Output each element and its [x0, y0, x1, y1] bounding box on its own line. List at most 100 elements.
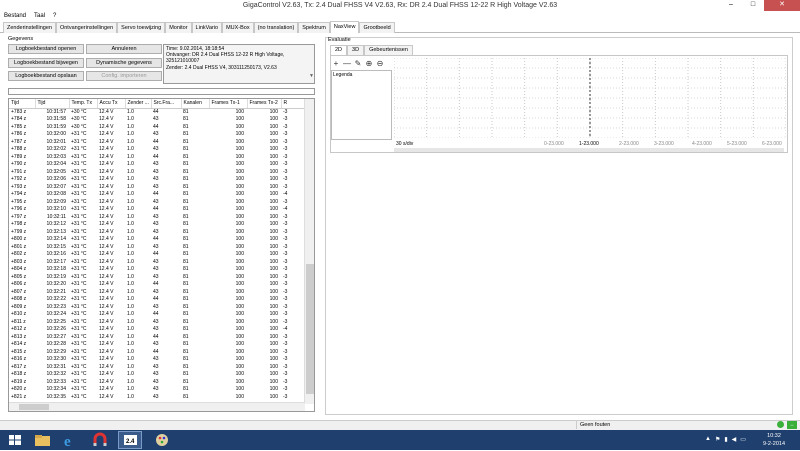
table-row[interactable]: +817 z 10:32:31 +31 °C 12.4 V 1.0 43 81 100 100-… [9, 364, 305, 372]
filter-input[interactable] [8, 88, 315, 95]
volume-icon[interactable]: ◀ [732, 436, 737, 443]
table-row[interactable]: +809 z 10:32:23 +31 °C 12.4 V 1.0 43 81 100 100-… [9, 304, 305, 312]
open-logbook-button[interactable]: Logboekbestand openen [8, 44, 84, 54]
column-header[interactable]: Tijd [35, 99, 70, 109]
file-explorer-icon[interactable] [30, 431, 54, 449]
table-row[interactable]: +815 z 10:32:29 +31 °C 12.4 V 1.0 44 81 100 100-… [9, 349, 305, 357]
table-row[interactable]: +792 z 10:32:06 +31 °C 12.4 V 1.0 43 81 100 100-… [9, 176, 305, 184]
table-row[interactable]: +805 z 10:32:19 +31 °C 12.4 V 1.0 43 81 100 100-… [9, 274, 305, 282]
column-header[interactable]: Temp. Tx [69, 99, 98, 109]
table-row[interactable]: +806 z 10:32:20 +31 °C 12.4 V 1.0 44 81 100 100-… [9, 281, 305, 289]
column-header[interactable]: Frames Tx-1 [209, 99, 248, 109]
gigacontrol-app-icon[interactable]: 2.4 [118, 431, 142, 449]
table-row[interactable]: +786 z 10:32:00 +31 °C 12.4 V 1.0 43 81 100 100-… [9, 131, 305, 139]
column-header[interactable]: Kanalen [181, 99, 210, 109]
table-row[interactable]: +794 z 10:32:08 +31 °C 12.4 V 1.0 44 81 100 100-… [9, 191, 305, 199]
column-header[interactable]: Src.Fra... [151, 99, 182, 109]
table-row[interactable]: +802 z 10:32:16 +31 °C 12.4 V 1.0 44 81 100 100-… [9, 251, 305, 259]
table-row[interactable]: +819 z 10:32:33 +31 °C 12.4 V 1.0 43 81 100 100-… [9, 379, 305, 387]
table-row[interactable]: +783 z 10:31:57 +30 °C 12.4 V 1.0 44 81 100 100-… [9, 108, 305, 116]
table-row[interactable]: +816 z 10:32:30 +31 °C 12.4 V 1.0 43 81 100 100-… [9, 356, 305, 364]
minimize-button[interactable]: – [720, 0, 742, 11]
table-row[interactable]: +813 z 10:32:27 +31 °C 12.4 V 1.0 44 81 100 100-… [9, 334, 305, 342]
vertical-scroll-thumb[interactable] [306, 264, 314, 394]
table-row[interactable]: +789 z 10:32:03 +31 °C 12.4 V 1.0 44 81 100 100-… [9, 154, 305, 162]
table-row[interactable]: +811 z 10:32:25 +31 °C 12.4 V 1.0 43 81 100 100-… [9, 319, 305, 327]
paint-app-icon[interactable] [150, 431, 174, 449]
taskbar-clock[interactable]: 10:32 9-2-2014 [752, 431, 796, 449]
tray-up-icon[interactable]: ▲ [705, 436, 711, 443]
table-row[interactable]: +790 z 10:32:04 +31 °C 12.4 V 1.0 43 81 100 100-… [9, 161, 305, 169]
column-header[interactable]: Zender ... [125, 99, 152, 109]
table-horizontal-scrollbar[interactable] [9, 402, 305, 411]
table-row[interactable]: +788 z 10:32:02 +31 °C 12.4 V 1.0 43 81 100 100-… [9, 146, 305, 154]
tab-linkvario[interactable]: LinkVario [191, 22, 223, 33]
table-row[interactable]: +795 z 10:32:09 +31 °C 12.4 V 1.0 43 81 100 100-… [9, 199, 305, 207]
table-row[interactable]: +814 z 10:32:28 +31 °C 12.4 V 1.0 43 81 100 100-… [9, 341, 305, 349]
save-logbook-button[interactable]: Logboekbestand opslaan [8, 71, 84, 81]
table-row[interactable]: +791 z 10:32:05 +31 °C 12.4 V 1.0 43 81 100 100-… [9, 169, 305, 177]
tab-naxview[interactable]: NaxView [329, 21, 360, 33]
table-row[interactable]: +804 z 10:32:18 +31 °C 12.4 V 1.0 43 81 100 100-… [9, 266, 305, 274]
chart-grid[interactable] [394, 58, 786, 138]
menu-help[interactable]: ? [53, 11, 56, 21]
table-row[interactable]: +784 z 10:31:58 +30 °C 12.4 V 1.0 43 81 100 100-… [9, 116, 305, 124]
internet-explorer-icon[interactable]: e [58, 431, 82, 450]
table-row[interactable]: +818 z 10:32:32 +31 °C 12.4 V 1.0 43 81 100 100-… [9, 371, 305, 379]
chart-horizontal-scrollbar[interactable] [394, 148, 784, 152]
table-row[interactable]: +793 z 10:32:07 +31 °C 12.4 V 1.0 43 81 100 100-… [9, 184, 305, 192]
tab-events[interactable]: Gebeurtenissen [364, 45, 413, 55]
column-header[interactable]: Accu Tx [97, 99, 126, 109]
remove-icon[interactable]: — [342, 60, 352, 69]
table-row[interactable]: +796 z 10:32:10 +31 °C 12.4 V 1.0 44 81 100 100-… [9, 206, 305, 214]
flag-icon[interactable]: ⚑ [715, 436, 720, 443]
keyboard-icon[interactable]: ▭ [740, 436, 746, 443]
table-vertical-scrollbar[interactable] [304, 99, 314, 404]
column-header[interactable]: Frames Tx-2 [247, 99, 282, 109]
tab-2d[interactable]: 2D [330, 45, 348, 55]
maximize-button[interactable]: □ [742, 0, 764, 11]
table-row[interactable]: +810 z 10:32:24 +31 °C 12.4 V 1.0 44 81 100 100-… [9, 311, 305, 319]
zoom-out-icon[interactable]: ⊖ [375, 60, 385, 69]
zoom-in-icon[interactable]: ⊕ [364, 60, 374, 69]
table-row[interactable]: +820 z 10:32:34 +31 °C 12.4 V 1.0 43 81 100 100-… [9, 386, 305, 394]
menu-taal[interactable]: Taal [34, 11, 45, 21]
table-row[interactable]: +787 z 10:32:01 +31 °C 12.4 V 1.0 44 81 100 100-… [9, 139, 305, 147]
table-row[interactable]: +801 z 10:32:15 +31 °C 12.4 V 1.0 43 81 100 100-… [9, 244, 305, 252]
edit-icon[interactable]: ✎ [353, 60, 363, 69]
tab-3d[interactable]: 3D [347, 45, 365, 55]
network-icon[interactable]: ▮ [724, 436, 727, 443]
table-row[interactable]: +812 z 10:32:26 +31 °C 12.4 V 1.0 43 81 100 100-… [9, 326, 305, 334]
table-row[interactable]: +799 z 10:32:13 +31 °C 12.4 V 1.0 43 81 100 100-… [9, 229, 305, 237]
tab-no-translation[interactable]: (no translation) [253, 22, 299, 33]
dynamic-data-button[interactable]: Dynamische gegevens [86, 58, 162, 68]
tab-monitor[interactable]: Monitor [165, 22, 192, 33]
table-row[interactable]: +798 z 10:32:12 +31 °C 12.4 V 1.0 43 81 100 100-… [9, 221, 305, 229]
tab-spektrum[interactable]: Spektrum [298, 22, 330, 33]
table-row[interactable]: +808 z 10:32:22 +31 °C 12.4 V 1.0 44 81 100 100-… [9, 296, 305, 304]
tab-zenderinstellingen[interactable]: Zenderinstellingen [3, 22, 56, 33]
windows-logo-icon[interactable] [3, 431, 27, 449]
table-row[interactable]: +821 z 10:32:35 +31 °C 12.4 V 1.0 43 81 100 100-… [9, 394, 305, 402]
horizontal-scroll-thumb[interactable] [19, 404, 49, 410]
close-button[interactable]: ✕ [764, 0, 800, 11]
column-header[interactable]: R [281, 99, 306, 109]
table-row[interactable]: +803 z 10:32:17 +31 °C 12.4 V 1.0 43 81 100 100-… [9, 259, 305, 267]
tab-grootbeeld[interactable]: Grootbeeld [359, 22, 395, 33]
info-scroll-down-icon[interactable]: ▼ [309, 73, 314, 79]
add-icon[interactable]: + [331, 60, 341, 69]
column-header[interactable]: Tijd [9, 99, 36, 109]
cancel-button[interactable]: Annuleren [86, 44, 162, 54]
tab-servo-toewijzing[interactable]: Servo toewijzing [117, 22, 166, 33]
table-row[interactable]: +785 z 10:31:59 +30 °C 12.4 V 1.0 44 81 100 100-… [9, 124, 305, 132]
table-row[interactable]: +807 z 10:32:21 +31 °C 12.4 V 1.0 43 81 100 100-… [9, 289, 305, 297]
import-config-button[interactable]: Config. importeren [86, 71, 162, 81]
tab-mux-box[interactable]: MUX-Box [222, 22, 254, 33]
magnet-app-icon[interactable] [88, 431, 112, 449]
update-logbook-button[interactable]: Logboekbestand bijwegen [8, 58, 84, 68]
table-cell: 81 [183, 146, 189, 152]
tab-ontvangerinstellingen[interactable]: Ontvangerinstellingen [55, 22, 118, 33]
table-row[interactable]: +797 z 10:32:11 +31 °C 12.4 V 1.0 43 81 100 100-… [9, 214, 305, 222]
table-row[interactable]: +800 z 10:32:14 +31 °C 12.4 V 1.0 44 81 100 100-… [9, 236, 305, 244]
menu-bestand[interactable]: Bestand [4, 11, 26, 21]
